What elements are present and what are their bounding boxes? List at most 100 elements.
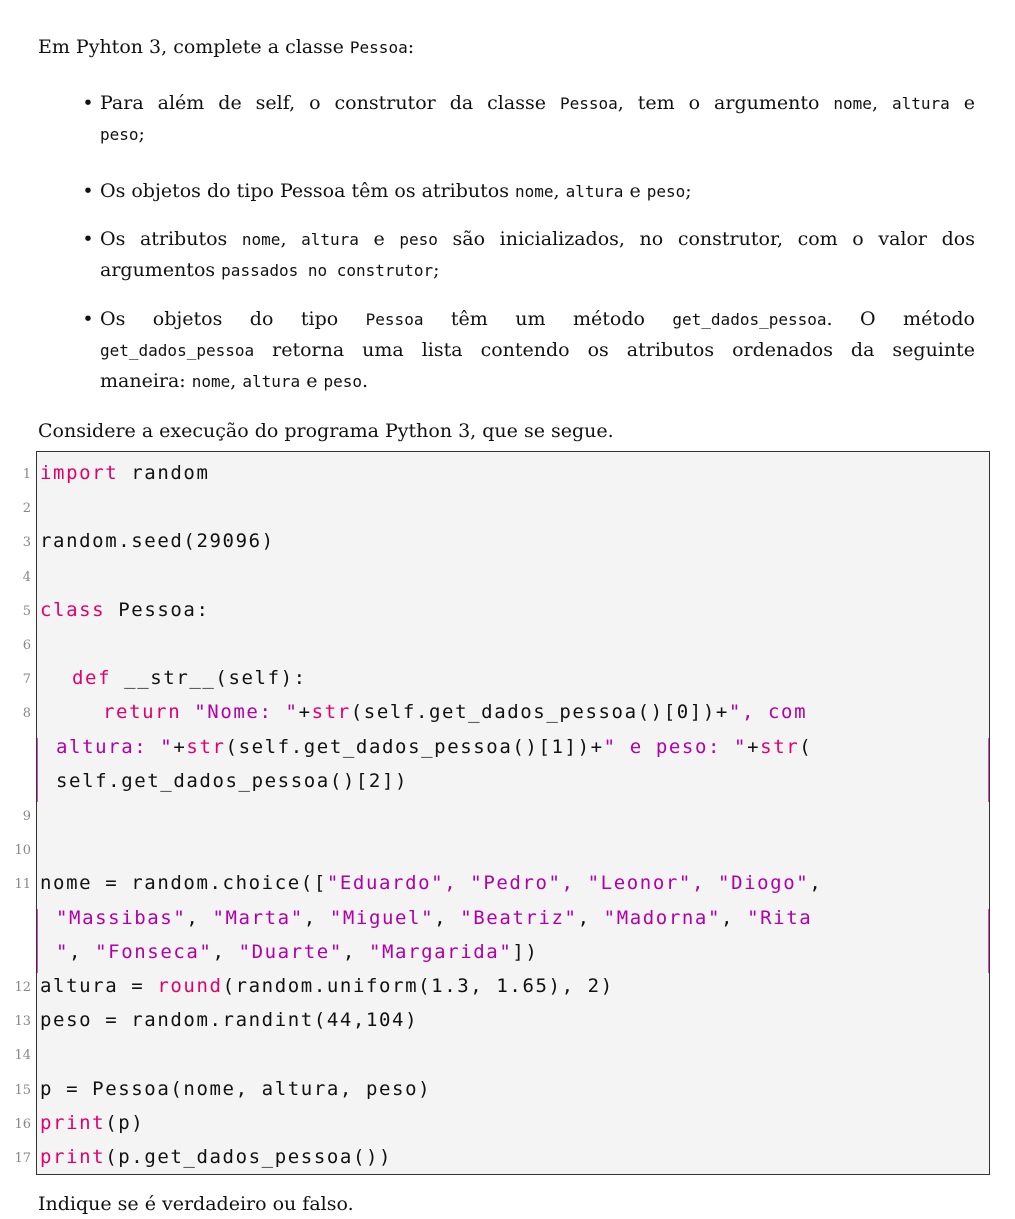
inline-code: nome xyxy=(515,182,554,201)
wrap-indicator-right xyxy=(988,737,990,802)
code-token: nome = random.choice([ xyxy=(40,872,327,895)
line-number: 14 xyxy=(14,1048,31,1064)
code-token: Pessoa: xyxy=(105,598,210,621)
code-line: ", "Fonseca", "Duarte", "Margarida"]) xyxy=(56,941,538,963)
code-token: (random.uniform(1.3, 1.65), 2) xyxy=(222,975,614,997)
text-run: e xyxy=(949,92,975,114)
code-line: print(p) xyxy=(40,1112,144,1134)
inline-code: peso xyxy=(323,372,363,391)
line-number: 10 xyxy=(14,843,31,859)
code-string: "Madorna" xyxy=(603,906,722,929)
inline-code: Pessoa xyxy=(365,310,424,329)
line-number: 5 xyxy=(22,603,31,619)
text-run: têm um método xyxy=(423,308,673,330)
line-number: 13 xyxy=(14,1014,31,1030)
code-token: random.seed(29096) xyxy=(40,530,275,553)
text-run: são inicializados, no construtor, com o … xyxy=(437,228,975,250)
inline-code: peso xyxy=(399,230,438,249)
code-line: "Massibas", "Marta", "Miguel", "Beatriz"… xyxy=(56,907,812,929)
code-token: altura = xyxy=(40,975,158,997)
code-token: , xyxy=(721,906,748,929)
inline-code: get_dados_pessoa xyxy=(672,310,827,329)
list-item-line: Para além de self, o construtor da class… xyxy=(100,88,975,119)
line-number: 7 xyxy=(22,672,31,688)
code-token: + xyxy=(298,701,312,724)
text-run: ; xyxy=(138,123,145,145)
line-number: 3 xyxy=(22,535,31,551)
line-number: 6 xyxy=(22,638,31,653)
code-string: "Eduardo", "Pedro", "Leonor", "Diogo" xyxy=(326,872,810,895)
inline-code: altura xyxy=(891,94,950,113)
text-run: ; xyxy=(433,259,440,281)
code-token: , xyxy=(186,906,213,929)
text-run: Para além de self, o construtor da class… xyxy=(100,92,560,114)
code-keyword: return xyxy=(103,701,182,724)
inline-code: altura xyxy=(242,372,301,391)
code-line: nome = random.choice(["Eduardo", "Pedro"… xyxy=(40,872,822,894)
code-line: def __str__(self): xyxy=(72,667,307,689)
text-run: retorna uma lista contendo os atributos … xyxy=(254,339,975,361)
code-string: "Marta" xyxy=(212,906,304,929)
line-number: 4 xyxy=(22,569,31,585)
code-token: (p.get_dados_pessoa()) xyxy=(105,1146,393,1168)
bullet-marker: • xyxy=(82,92,94,114)
code-token: ( xyxy=(799,735,813,758)
code-line: print(p.get_dados_pessoa()) xyxy=(40,1146,392,1168)
code-string: ", com xyxy=(728,701,808,724)
intro-text: Em Pyhton 3, complete a classe xyxy=(38,36,350,58)
line-number: 1 xyxy=(22,467,31,482)
code-line: return "Nome: "+str(self.get_dados_pesso… xyxy=(103,701,807,723)
code-line: random.seed(29096) xyxy=(40,530,275,552)
code-string: "Miguel" xyxy=(329,906,435,929)
code-keyword: def xyxy=(72,667,112,690)
code-builtin: str xyxy=(311,701,351,724)
code-line: class Pessoa: xyxy=(40,599,210,621)
code-keyword: import xyxy=(40,462,119,484)
code-token: , xyxy=(434,906,461,929)
inline-code: peso xyxy=(646,182,686,201)
code-string: "Duarte" xyxy=(238,940,343,963)
code-token: (self.get_dados_pessoa()[0])+ xyxy=(350,701,729,724)
code-string: "Rita xyxy=(747,906,813,929)
code-builtin: print xyxy=(40,1111,106,1134)
text-run: . xyxy=(362,370,369,392)
code-token: + xyxy=(173,735,187,758)
list-item-line: Os objetos do tipo Pessoa têm os atribut… xyxy=(100,176,975,207)
text-run: , xyxy=(230,370,243,392)
code-token: ]) xyxy=(512,940,539,963)
inline-code: altura xyxy=(565,182,624,201)
text-run: Os objetos do tipo xyxy=(100,308,366,330)
line-number: 9 xyxy=(22,809,31,824)
text-run: ; xyxy=(685,180,692,202)
code-line: import random xyxy=(40,462,210,484)
code-string: " e peso: " xyxy=(603,735,748,758)
bullet-marker: • xyxy=(82,308,94,330)
text-run: Os atributos xyxy=(100,228,242,250)
inline-code: Pessoa xyxy=(559,94,618,113)
text-run: , xyxy=(553,180,566,202)
consider-paragraph: Considere a execução do programa Python … xyxy=(38,420,614,442)
code-token: peso = random.randint(44,104) xyxy=(40,1009,419,1032)
code-line: altura = round(random.uniform(1.3, 1.65)… xyxy=(40,975,614,997)
inline-code: altura xyxy=(301,230,359,249)
code-token: , xyxy=(577,906,604,929)
text-run: , tem o argumento xyxy=(617,92,834,114)
line-number: 15 xyxy=(14,1082,31,1098)
code-token: , xyxy=(303,906,330,929)
code-line: p = Pessoa(nome, altura, peso) xyxy=(40,1078,431,1100)
code-builtin: round xyxy=(157,975,223,997)
code-token: , xyxy=(342,940,369,963)
code-line: altura: "+str(self.get_dados_pessoa()[1]… xyxy=(56,736,812,758)
text-run: maneira: xyxy=(100,370,192,392)
list-item: Os atributos nome, altura e peso são ini… xyxy=(100,224,975,286)
text-run: Os objetos do tipo Pessoa têm os atribut… xyxy=(100,180,515,202)
code-string: " xyxy=(56,940,70,963)
inline-code: passados no construtor xyxy=(221,261,434,280)
code-token: , xyxy=(69,940,96,963)
code-builtin: str xyxy=(760,735,800,758)
bullet-marker: • xyxy=(82,228,94,250)
text-run: e xyxy=(300,370,324,392)
text-run: , xyxy=(871,92,892,114)
text-run: , xyxy=(280,228,302,250)
text-run: argumentos xyxy=(100,259,222,281)
